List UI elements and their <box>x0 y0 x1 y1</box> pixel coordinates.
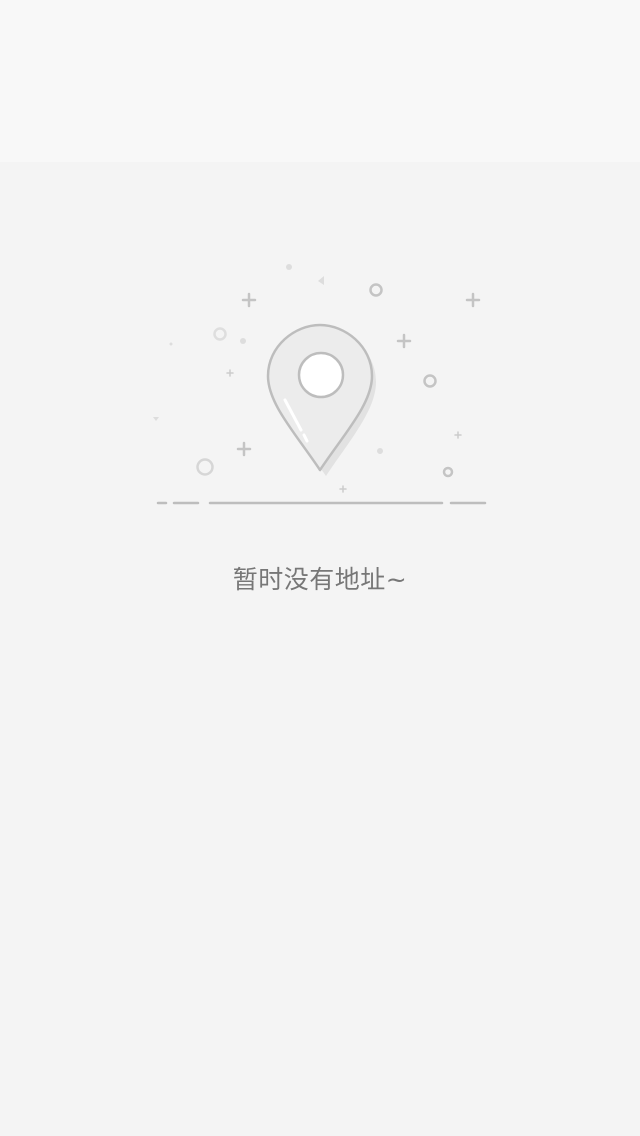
empty-state: 暂时没有地址~ <box>0 0 640 1136</box>
empty-message: 暂时没有地址~ <box>232 565 408 594</box>
location-pin-icon <box>153 264 487 505</box>
